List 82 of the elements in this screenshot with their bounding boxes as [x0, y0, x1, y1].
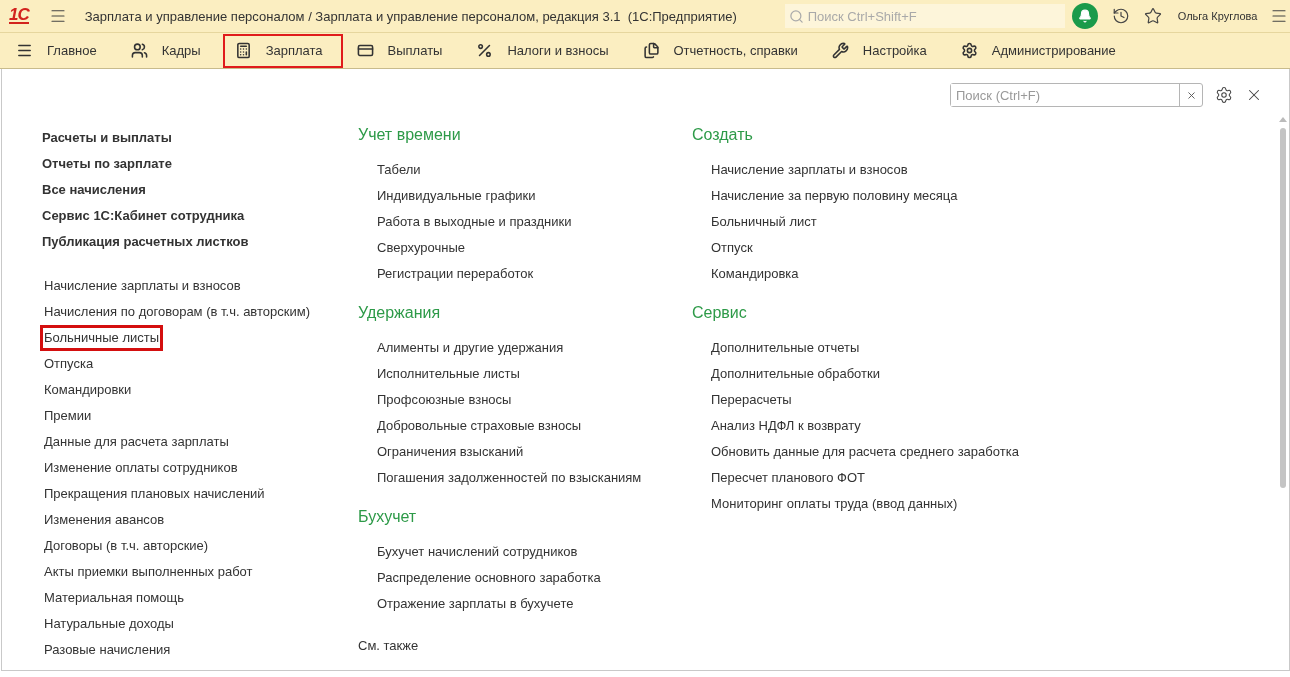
menu-link[interactable]: Добровольные страховые взносы: [358, 413, 692, 439]
menu-link[interactable]: Командировка: [692, 261, 1092, 287]
menu-icon[interactable]: [48, 7, 67, 25]
section-tab[interactable]: Главное: [4, 33, 117, 68]
group-heading: Учет времени: [358, 125, 462, 145]
group-heading: Создать: [692, 125, 754, 145]
featured-link[interactable]: Отчеты по зарплате: [42, 151, 358, 177]
featured-link[interactable]: Сервис 1С:Кабинет сотрудника: [42, 203, 358, 229]
gear-icon: [960, 42, 978, 59]
featured-link[interactable]: Публикация расчетных листков: [42, 229, 358, 255]
menu-link[interactable]: Сверхурочные: [358, 235, 692, 261]
menu-link[interactable]: Дополнительные обработки: [692, 361, 1092, 387]
search-field[interactable]: Поиск Ctrl+Shift+F: [784, 4, 1065, 28]
menu-link[interactable]: Изменения авансов: [42, 509, 167, 531]
menu-link[interactable]: Акты приемки выполненных работ: [42, 561, 255, 583]
menu-link[interactable]: Больничный лист: [692, 209, 1092, 235]
menu-link[interactable]: Табели: [358, 157, 692, 183]
menu-link[interactable]: Материальная помощь: [42, 587, 186, 609]
section-tab[interactable]: Зарплата: [222, 33, 343, 68]
menu-link[interactable]: Начисление зарплаты и взносов: [692, 157, 1092, 183]
menu-link[interactable]: Отражение зарплаты в бухучете: [358, 591, 692, 617]
card-icon: [356, 42, 374, 59]
history-icon[interactable]: [1111, 7, 1130, 25]
featured-link[interactable]: Расчеты и выплаты: [42, 125, 358, 151]
menu-link[interactable]: Натуральные доходы: [42, 613, 176, 635]
see-also-label[interactable]: См. также: [358, 633, 692, 659]
menu-link[interactable]: Изменение оплаты сотрудников: [42, 457, 240, 479]
group-heading: Удержания: [358, 303, 442, 323]
settings-icon[interactable]: [1215, 86, 1233, 104]
menu-icon[interactable]: [1270, 7, 1289, 25]
calculator-icon: [234, 42, 252, 59]
menu-link[interactable]: Разовые начисления: [42, 639, 173, 661]
menu-link[interactable]: Командировки: [42, 379, 134, 401]
menu-link[interactable]: Отпуска: [42, 353, 96, 375]
menu-link[interactable]: Алименты и другие удержания: [358, 335, 692, 361]
menu-link[interactable]: Премии: [42, 405, 94, 427]
menu-link[interactable]: Профсоюзные взносы: [358, 387, 692, 413]
menu-link[interactable]: Прекращения плановых начислений: [42, 483, 267, 505]
group-heading: Сервис: [692, 303, 748, 323]
featured-link[interactable]: Все начисления: [42, 177, 358, 203]
menu-link[interactable]: Пересчет планового ФОТ: [692, 465, 1092, 491]
menu-link[interactable]: Перерасчеты: [692, 387, 1092, 413]
menu-icon: [16, 42, 33, 59]
menu-link[interactable]: Исполнительные листы: [358, 361, 692, 387]
menu-link[interactable]: Индивидуальные графики: [358, 183, 692, 209]
star-icon[interactable]: [1143, 7, 1162, 25]
search-field[interactable]: Поиск Ctrl+Shift+F: [805, 7, 1065, 25]
wrench-icon: [831, 42, 849, 59]
window-title: Зарплата и управление персоналом / Зарплата и управление персоналом, редакция 3.1 (1С:Предприятие): [84, 8, 738, 24]
menu-link[interactable]: Больничные листы: [42, 327, 162, 349]
menu-link[interactable]: Дополнительные отчеты: [692, 335, 1092, 361]
people-icon: [130, 42, 148, 59]
menu-link[interactable]: Начисление за первую половину месяца: [692, 183, 1092, 209]
menu-link[interactable]: Работа в выходные и праздники: [358, 209, 692, 235]
section-tab[interactable]: Налоги и взносы: [464, 33, 629, 68]
menu-link[interactable]: Договоры (в т.ч. авторские): [42, 535, 211, 557]
section-tab[interactable]: Отчетность, справки: [630, 33, 818, 68]
menu-link[interactable]: Погашения задолженностей по взысканиям: [358, 465, 692, 491]
scrollbar-thumb[interactable]: [1280, 128, 1286, 488]
menu-link[interactable]: Обновить данные для расчета среднего заработка: [692, 439, 1092, 465]
logo[interactable]: 1С: [9, 8, 29, 24]
menu-link[interactable]: Бухучет начислений сотрудников: [358, 539, 692, 565]
search-icon: [788, 8, 804, 24]
menu-link[interactable]: Отпуск: [692, 235, 1092, 261]
section-tab[interactable]: Выплаты: [344, 33, 463, 68]
menu-link[interactable]: Мониторинг оплаты труда (ввод данных): [692, 491, 1092, 517]
menu-link[interactable]: Ограничения взысканий: [358, 439, 692, 465]
menu-link[interactable]: Начисление зарплаты и взносов: [42, 275, 243, 297]
documents-icon: [642, 42, 660, 59]
menu-link[interactable]: Данные для расчета зарплаты: [42, 431, 231, 453]
group-heading: Бухучет: [358, 507, 418, 527]
menu-link[interactable]: Анализ НДФЛ к возврату: [692, 413, 1092, 439]
menu-link[interactable]: Распределение основного заработка: [358, 565, 692, 591]
section-tab[interactable]: Кадры: [118, 33, 221, 68]
search-field[interactable]: Поиск (Ctrl+F): [950, 83, 1203, 107]
user-name[interactable]: Ольга Круглова: [1177, 10, 1258, 22]
section-tab[interactable]: Администрирование: [948, 33, 1136, 68]
section-tab[interactable]: Настройка: [819, 33, 947, 68]
percent-icon: [476, 42, 494, 59]
menu-link[interactable]: Начисления по договорам (в т.ч. авторским): [42, 301, 312, 323]
bell-icon[interactable]: [1071, 3, 1098, 29]
menu-link[interactable]: Регистрации переработок: [358, 261, 692, 287]
